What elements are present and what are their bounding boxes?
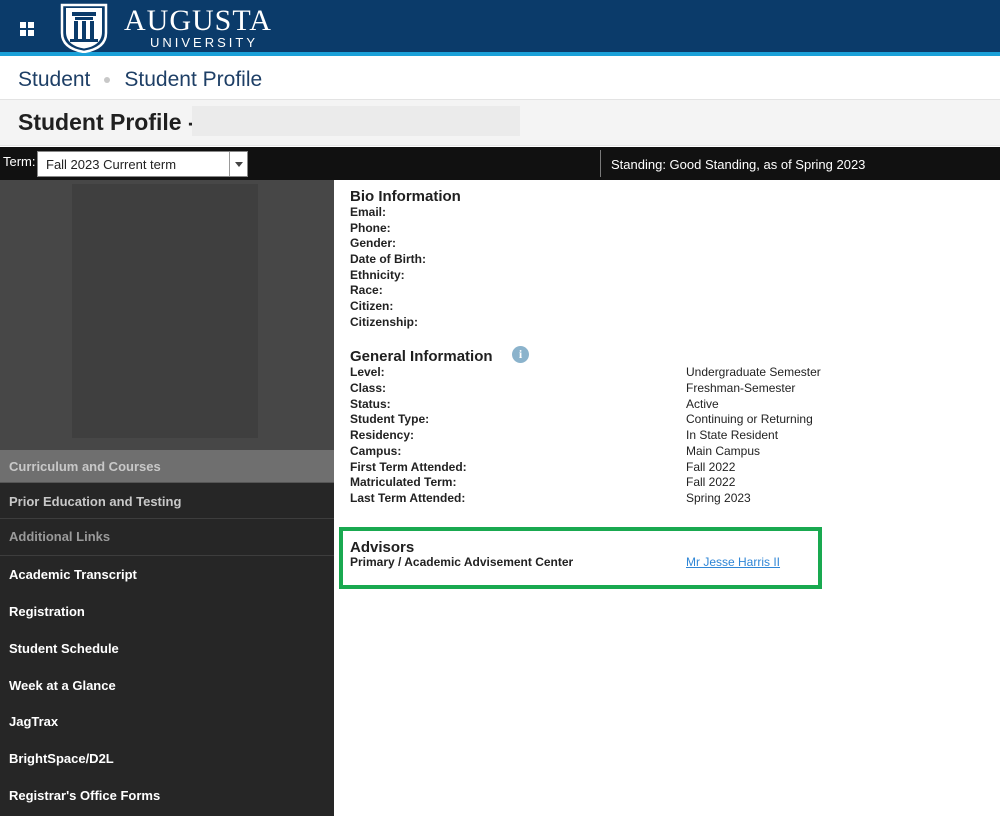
general-student-type-value: Continuing or Returning [686, 412, 813, 426]
redacted-student-photo [72, 184, 258, 438]
general-last-term-label: Last Term Attended: [350, 491, 466, 505]
bio-race-label: Race: [350, 283, 383, 297]
top-header: AUGUSTA UNIVERSITY [0, 0, 1000, 56]
term-bar-divider [600, 150, 601, 177]
sidebar-link-week-at-a-glance[interactable]: Week at a Glance [9, 678, 116, 693]
general-matriculated-term-label: Matriculated Term: [350, 475, 457, 489]
term-select-value: Fall 2023 Current term [46, 157, 177, 172]
chevron-down-icon[interactable] [229, 152, 247, 176]
general-first-term-value: Fall 2022 [686, 460, 736, 474]
breadcrumb-student[interactable]: Student [18, 68, 90, 92]
sidebar-item-curriculum-label[interactable]: Curriculum and Courses [9, 459, 161, 474]
bio-citizenship-label: Citizenship: [350, 315, 418, 329]
bio-phone-label: Phone: [350, 221, 391, 235]
grid-menu-icon[interactable] [20, 22, 34, 36]
page-title: Student Profile - [18, 109, 196, 135]
info-icon[interactable]: i [512, 346, 529, 363]
brand-name: AUGUSTA [124, 4, 272, 37]
general-residency-value: In State Resident [686, 428, 779, 442]
breadcrumb-separator [104, 76, 111, 83]
general-level-value: Undergraduate Semester [686, 365, 821, 379]
general-matriculated-term-value: Fall 2022 [686, 475, 736, 489]
general-student-type-label: Student Type: [350, 412, 430, 426]
sidebar-link-jagtrax[interactable]: JagTrax [9, 714, 58, 729]
sidebar-item-additional-links: Additional Links [9, 529, 111, 544]
advisor-name-link[interactable]: Mr Jesse Harris II [686, 555, 780, 569]
breadcrumb: Student Student Profile [0, 60, 1000, 100]
bio-ethnicity-label: Ethnicity: [350, 268, 405, 282]
sidebar-divider [0, 518, 334, 519]
sidebar-link-brightspace[interactable]: BrightSpace/D2L [9, 751, 114, 766]
brand-subtitle: UNIVERSITY [150, 35, 259, 50]
sidebar-link-registration[interactable]: Registration [9, 604, 85, 619]
general-campus-label: Campus: [350, 444, 402, 458]
sidebar-link-registrar-forms[interactable]: Registrar's Office Forms [9, 788, 160, 803]
sidebar-item-prior-education[interactable]: Prior Education and Testing [9, 494, 181, 509]
university-shield-logo[interactable] [58, 3, 110, 53]
general-information-heading: General Information [350, 348, 493, 365]
general-residency-label: Residency: [350, 428, 415, 442]
general-campus-value: Main Campus [686, 444, 761, 458]
sidebar-link-academic-transcript[interactable]: Academic Transcript [9, 567, 137, 582]
bio-email-label: Email: [350, 205, 387, 219]
bio-information-heading: Bio Information [350, 188, 461, 205]
term-select[interactable]: Fall 2023 Current term [37, 151, 248, 177]
term-label: Term: [3, 154, 36, 169]
sidebar-divider [0, 555, 334, 556]
advisor-role-label: Primary / Academic Advisement Center [350, 555, 574, 569]
advisors-heading: Advisors [350, 539, 415, 556]
bio-dob-label: Date of Birth: [350, 252, 426, 266]
general-first-term-label: First Term Attended: [350, 460, 467, 474]
general-level-label: Level: [350, 365, 385, 379]
bio-gender-label: Gender: [350, 236, 397, 250]
general-status-label: Status: [350, 397, 391, 411]
bio-citizen-label: Citizen: [350, 299, 394, 313]
academic-standing: Standing: Good Standing, as of Spring 20… [611, 157, 866, 172]
redacted-student-name [192, 106, 520, 136]
sidebar-link-student-schedule[interactable]: Student Schedule [9, 641, 119, 656]
general-class-label: Class: [350, 381, 387, 395]
general-class-value: Freshman-Semester [686, 381, 796, 395]
general-status-value: Active [686, 397, 719, 411]
general-last-term-value: Spring 2023 [686, 491, 751, 505]
breadcrumb-student-profile[interactable]: Student Profile [124, 68, 262, 92]
